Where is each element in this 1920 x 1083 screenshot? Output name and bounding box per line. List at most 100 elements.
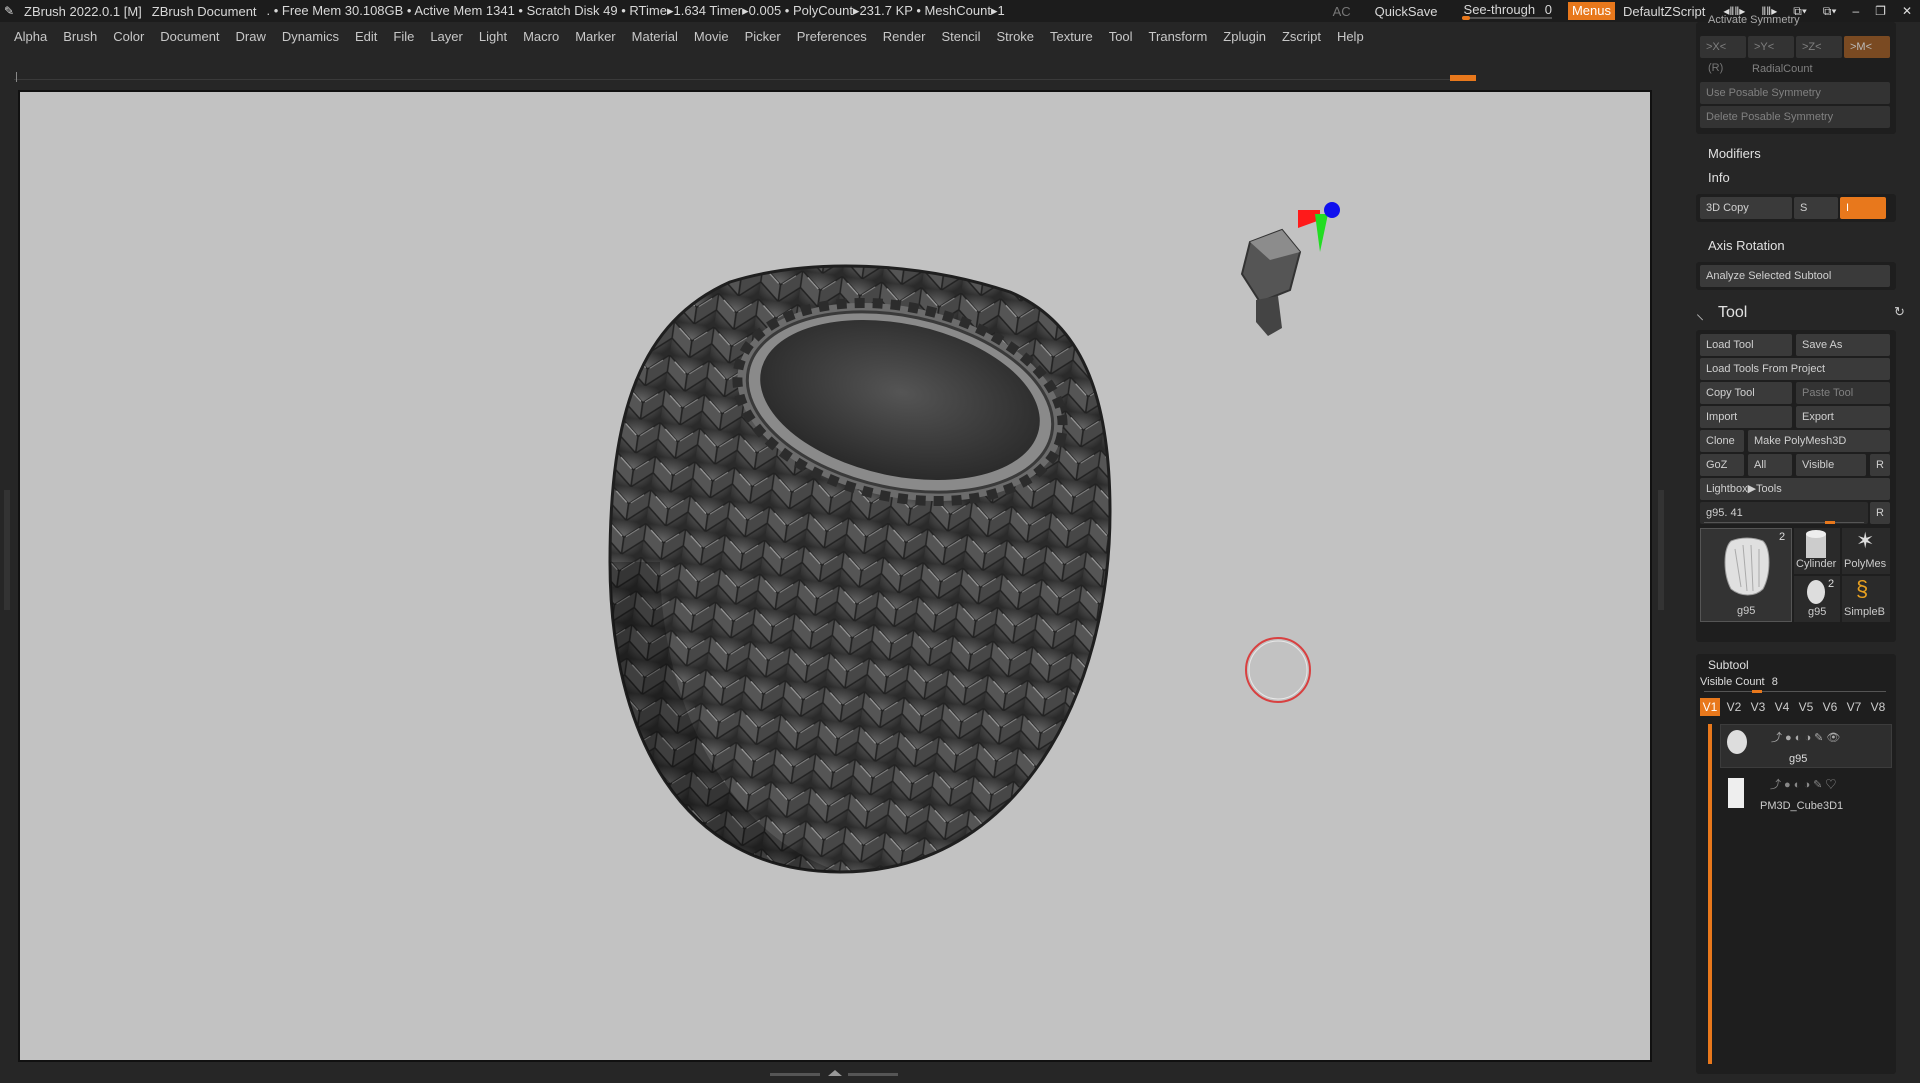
menu-zplugin[interactable]: Zplugin bbox=[1223, 29, 1266, 44]
close-icon[interactable]: ✕ bbox=[1902, 4, 1912, 18]
menu-render[interactable]: Render bbox=[883, 29, 926, 44]
make-polymesh3d-button[interactable]: Make PolyMesh3D bbox=[1748, 430, 1890, 452]
menu-texture[interactable]: Texture bbox=[1050, 29, 1093, 44]
visibility-tab-v4[interactable]: V4 bbox=[1772, 698, 1792, 716]
all-button[interactable]: All bbox=[1748, 454, 1792, 476]
bottom-tray-handle[interactable] bbox=[770, 1068, 900, 1080]
menu-color[interactable]: Color bbox=[113, 29, 144, 44]
menu-document[interactable]: Document bbox=[160, 29, 219, 44]
i-button[interactable]: I bbox=[1840, 197, 1886, 219]
menu-tool[interactable]: Tool bbox=[1109, 29, 1133, 44]
visible-count-slider[interactable]: Visible Count 8 bbox=[1700, 676, 1890, 693]
document-canvas[interactable] bbox=[18, 90, 1652, 1062]
symmetry-y-button[interactable]: >Y< bbox=[1748, 36, 1794, 58]
menu-brush[interactable]: Brush bbox=[63, 29, 97, 44]
quicksave-button[interactable]: QuickSave bbox=[1375, 4, 1438, 19]
current-tool-slider[interactable]: g95. 41 bbox=[1700, 502, 1868, 524]
subtool-scrollbar[interactable] bbox=[1708, 724, 1712, 1064]
copy-tool-button[interactable]: Copy Tool bbox=[1700, 382, 1792, 404]
menu-file[interactable]: File bbox=[393, 29, 414, 44]
tool-palette-title[interactable]: Tool bbox=[1718, 304, 1747, 322]
subtool-row[interactable]: ⤴ ● ◐ ◑ ✎ ♡ PM3D_Cube3D1 bbox=[1720, 772, 1892, 816]
visibility-tab-v2[interactable]: V2 bbox=[1724, 698, 1744, 716]
menus-toggle[interactable]: Menus bbox=[1567, 2, 1615, 20]
maximize-icon[interactable]: ❐ bbox=[1875, 4, 1886, 18]
timeline-track[interactable] bbox=[14, 72, 1476, 84]
menu-preferences[interactable]: Preferences bbox=[797, 29, 867, 44]
symmetry-x-button[interactable]: >X< bbox=[1700, 36, 1746, 58]
g95-small-count: 2 bbox=[1828, 578, 1835, 590]
radial-count-slider[interactable]: RadialCount bbox=[1746, 58, 1890, 80]
timeline-marker[interactable] bbox=[1450, 75, 1476, 81]
export-button[interactable]: Export bbox=[1796, 406, 1890, 428]
menu-layer[interactable]: Layer bbox=[430, 29, 463, 44]
current-tool-label: g95. 41 bbox=[1706, 507, 1743, 519]
ac-toggle[interactable]: AC bbox=[1333, 4, 1351, 19]
3d-copy-button[interactable]: 3D Copy bbox=[1700, 197, 1792, 219]
r-button[interactable]: R bbox=[1870, 454, 1890, 476]
visibility-tab-v1[interactable]: V1 bbox=[1700, 698, 1720, 716]
menu-stencil[interactable]: Stencil bbox=[941, 29, 980, 44]
tool-thumb-g95-small[interactable]: 2 g95 bbox=[1794, 576, 1840, 622]
info-header[interactable]: Info bbox=[1708, 170, 1730, 185]
modifiers-header[interactable]: Modifiers bbox=[1708, 146, 1761, 161]
subtool-tools-icons[interactable]: ⤴ ● ◐ ◑ ✎ 👁 bbox=[1771, 729, 1840, 745]
g95-thumb-label: g95 bbox=[1737, 605, 1756, 617]
analyze-subtool-button[interactable]: Analyze Selected Subtool bbox=[1700, 265, 1890, 287]
menu-alpha[interactable]: Alpha bbox=[14, 29, 47, 44]
symmetry-z-button[interactable]: >Z< bbox=[1796, 36, 1842, 58]
radial-r-label[interactable]: (R) bbox=[1708, 62, 1723, 74]
clone-button[interactable]: Clone bbox=[1700, 430, 1744, 452]
menu-edit[interactable]: Edit bbox=[355, 29, 377, 44]
brush-icon[interactable]: ⸜ bbox=[1696, 302, 1704, 324]
left-tray-grip[interactable] bbox=[4, 490, 10, 610]
menu-transform[interactable]: Transform bbox=[1149, 29, 1208, 44]
menu-draw[interactable]: Draw bbox=[236, 29, 266, 44]
menu-stroke[interactable]: Stroke bbox=[996, 29, 1034, 44]
activate-symmetry-label[interactable]: Activate Symmetry bbox=[1708, 14, 1800, 26]
load-tools-from-project-button[interactable]: Load Tools From Project bbox=[1700, 358, 1890, 380]
s-button[interactable]: S bbox=[1794, 197, 1838, 219]
paste-tool-button[interactable]: Paste Tool bbox=[1796, 382, 1890, 404]
delete-posable-symmetry-button[interactable]: Delete Posable Symmetry bbox=[1700, 106, 1890, 128]
visibility-tab-v7[interactable]: V7 bbox=[1844, 698, 1864, 716]
menu-macro[interactable]: Macro bbox=[523, 29, 559, 44]
refresh-icon[interactable]: ↻ bbox=[1894, 304, 1905, 320]
tool-thumb-cylinder[interactable]: Cylinder bbox=[1794, 528, 1840, 574]
gizmo-icon[interactable] bbox=[1240, 202, 1340, 336]
visibility-tab-v6[interactable]: V6 bbox=[1820, 698, 1840, 716]
visibility-tab-v5[interactable]: V5 bbox=[1796, 698, 1816, 716]
vase-mesh[interactable] bbox=[608, 264, 1112, 874]
see-through-slider[interactable]: See-through 0 bbox=[1458, 2, 1558, 20]
save-as-button[interactable]: Save As bbox=[1796, 334, 1890, 356]
tool-thumb-simpleb[interactable]: § SimpleB bbox=[1842, 576, 1890, 622]
menu-material[interactable]: Material bbox=[632, 29, 678, 44]
right-tray-grip[interactable] bbox=[1658, 490, 1664, 610]
subtool-row[interactable]: ⤴ ● ◐ ◑ ✎ 👁 g95 bbox=[1720, 724, 1892, 768]
visibility-tab-v8[interactable]: V8 bbox=[1868, 698, 1888, 716]
menu-dynamics[interactable]: Dynamics bbox=[282, 29, 339, 44]
import-button[interactable]: Import bbox=[1700, 406, 1792, 428]
tool-r-button[interactable]: R bbox=[1870, 502, 1890, 524]
axis-rotation-header[interactable]: Axis Rotation bbox=[1708, 238, 1785, 253]
tool-thumb-polymesh[interactable]: ✶ PolyMes bbox=[1842, 528, 1890, 574]
goz-button[interactable]: GoZ bbox=[1700, 454, 1744, 476]
copy-icon[interactable]: ⧉▾ bbox=[1823, 4, 1837, 19]
menu-help[interactable]: Help bbox=[1337, 29, 1364, 44]
minimize-icon[interactable]: – bbox=[1852, 4, 1859, 18]
script-name[interactable]: DefaultZScript bbox=[1623, 4, 1705, 19]
subtool-header[interactable]: Subtool bbox=[1708, 658, 1749, 672]
tool-thumb-g95[interactable]: 2 g95 bbox=[1700, 528, 1792, 622]
visible-button[interactable]: Visible bbox=[1796, 454, 1866, 476]
menu-movie[interactable]: Movie bbox=[694, 29, 729, 44]
menu-zscript[interactable]: Zscript bbox=[1282, 29, 1321, 44]
lightbox-tools-button[interactable]: Lightbox▶Tools bbox=[1700, 478, 1890, 500]
menu-light[interactable]: Light bbox=[479, 29, 507, 44]
menu-picker[interactable]: Picker bbox=[745, 29, 781, 44]
visibility-tab-v3[interactable]: V3 bbox=[1748, 698, 1768, 716]
load-tool-button[interactable]: Load Tool bbox=[1700, 334, 1792, 356]
menu-marker[interactable]: Marker bbox=[575, 29, 615, 44]
use-posable-symmetry-button[interactable]: Use Posable Symmetry bbox=[1700, 82, 1890, 104]
symmetry-m-button[interactable]: >M< bbox=[1844, 36, 1890, 58]
subtool-tools-icons[interactable]: ⤴ ● ◐ ◑ ✎ ♡ bbox=[1770, 776, 1836, 792]
